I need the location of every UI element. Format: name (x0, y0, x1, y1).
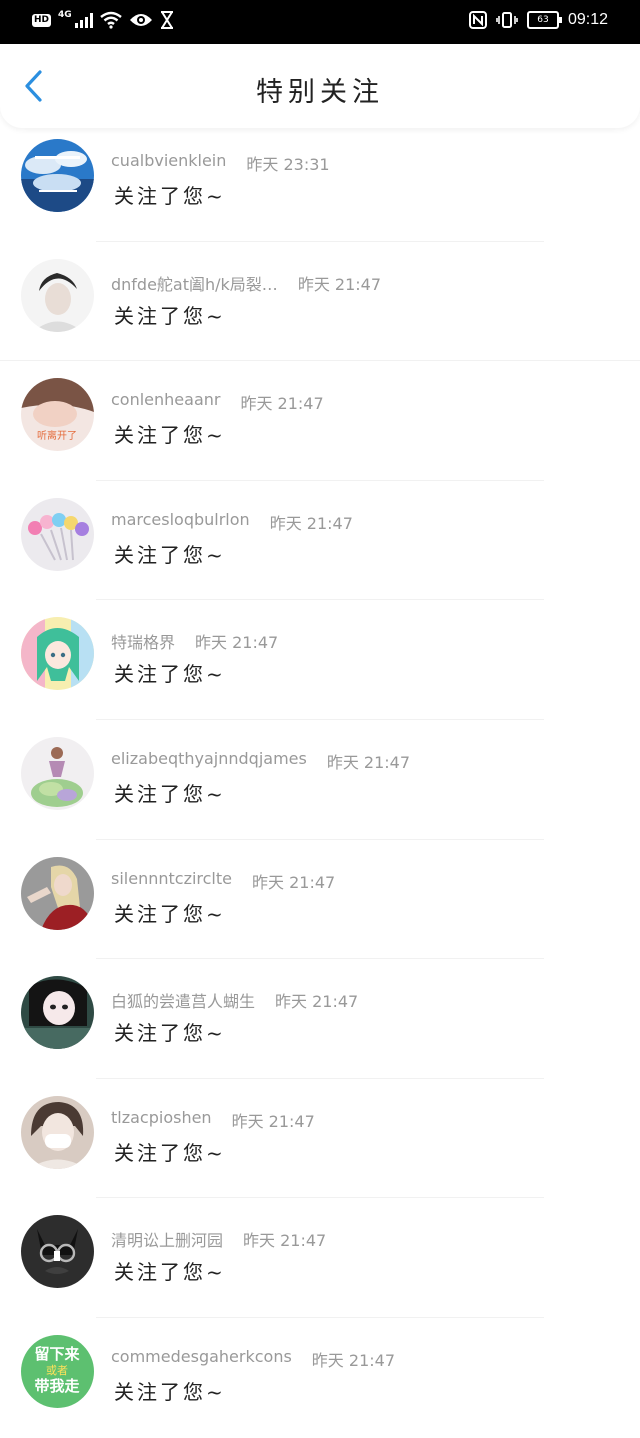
timestamp: 昨天 21:47 (311, 1350, 395, 1370)
clock: 09:12 (567, 11, 608, 28)
username[interactable]: tlzacpioshen (111, 1108, 212, 1132)
status-left: HD 4G (32, 10, 174, 29)
avatar[interactable] (21, 856, 94, 930)
user-meta: tlzacpioshen 昨天 21:47 (111, 1108, 315, 1132)
vibrate-icon (496, 12, 518, 28)
list-item[interactable]: 清明讼上删河园 昨天 21:47 关注了您~ (0, 1198, 640, 1318)
timestamp: 昨天 23:31 (246, 155, 330, 174)
notification-list: cualbvienklein 昨天 23:31 关注了您~ dnfde舵at阖h… (0, 122, 640, 1438)
user-meta: 特瑞格界 昨天 21:47 (111, 629, 278, 653)
list-item[interactable]: marcesloqbulrlon 昨天 21:47 关注了您~ (0, 481, 640, 601)
notification-message: 关注了您~ (114, 184, 226, 208)
list-item[interactable]: 留下来 或者 带我走 commedesgaherkcons 昨天 21:47 关… (0, 1318, 640, 1438)
notification-message: 关注了您~ (114, 901, 226, 926)
timestamp: 昨天 21:47 (252, 872, 336, 892)
avatar-text-line2: 或者 (46, 1364, 68, 1377)
list-item[interactable]: elizabeqthyajnndqjames 昨天 21:47 关注了您~ (0, 720, 640, 840)
timestamp: 昨天 21:47 (240, 394, 324, 414)
user-meta: 白狐的尝遣莒人蝴生 昨天 21:47 (111, 988, 358, 1012)
username[interactable]: 白狐的尝遣莒人蝴生 (111, 988, 255, 1012)
username[interactable]: 清明讼上删河园 (111, 1227, 223, 1251)
avatar[interactable] (21, 258, 94, 332)
timestamp: 昨天 21:47 (231, 1111, 315, 1131)
status-right: 63 09:12 (468, 11, 608, 29)
avatar[interactable] (21, 1215, 94, 1289)
nav-bar: 特别关注 (0, 44, 640, 128)
notification-message: 关注了您~ (114, 662, 226, 687)
avatar-text-line1: 留下来 (34, 1345, 80, 1363)
avatar-caption: 听离开了 (37, 429, 77, 442)
avatar[interactable]: 留下来 或者 带我走 (21, 1334, 94, 1408)
username[interactable]: cualbvienklein (111, 151, 226, 175)
timestamp: 昨天 21:47 (195, 633, 279, 653)
user-meta: conlenheaanr 昨天 21:47 (111, 390, 324, 414)
signal-icon (74, 12, 93, 28)
username[interactable]: marcesloqbulrlon (111, 510, 250, 534)
hourglass-icon (160, 11, 173, 29)
list-item[interactable]: silennntczirclte 昨天 21:47 关注了您~ (0, 840, 640, 960)
avatar-text-line3: 带我走 (34, 1377, 79, 1395)
user-meta: marcesloqbulrlon 昨天 21:47 (111, 510, 353, 534)
user-meta: elizabeqthyajnndqjames 昨天 21:47 (111, 749, 410, 773)
timestamp: 昨天 21:47 (275, 992, 359, 1012)
notification-message: 关注了您~ (114, 542, 226, 567)
username[interactable]: silennntczirclte (111, 869, 232, 893)
list-item[interactable]: 特瑞格界 昨天 21:47 关注了您~ (0, 600, 640, 720)
eye-comfort-icon (129, 14, 152, 26)
avatar[interactable] (21, 617, 94, 691)
username[interactable]: commedesgaherkcons (111, 1347, 292, 1371)
timestamp: 昨天 21:47 (297, 274, 382, 294)
username[interactable]: 特瑞格界 (111, 629, 175, 653)
notification-message: 关注了您~ (114, 423, 226, 448)
page-title: 特别关注 (256, 77, 384, 108)
user-meta: dnfde舵at阖h/k局裂… 昨天 21:47 (111, 271, 381, 295)
status-bar: HD 4G 63 09:12 (0, 0, 640, 44)
battery-icon: 63 (526, 11, 562, 29)
avatar[interactable] (21, 736, 94, 810)
list-item[interactable]: dnfde舵at阖h/k局裂… 昨天 21:47 关注了您~ (0, 242, 640, 362)
network-type: 4G (58, 10, 72, 20)
timestamp: 昨天 21:47 (269, 513, 353, 533)
username[interactable]: dnfde舵at阖h/k局裂… (111, 271, 278, 295)
user-meta: silennntczirclte 昨天 21:47 (111, 869, 335, 893)
timestamp: 昨天 21:47 (243, 1231, 327, 1251)
notification-message: 关注了您~ (114, 1260, 226, 1285)
list-item[interactable]: cualbvienklein 昨天 23:31 关注了您~ (0, 122, 640, 242)
list-item[interactable]: 听离开了 conlenheaanr 昨天 21:47 关注了您~ (0, 361, 640, 481)
wifi-icon (99, 11, 122, 29)
list-item[interactable]: tlzacpioshen 昨天 21:47 关注了您~ (0, 1079, 640, 1199)
avatar[interactable] (21, 497, 94, 571)
user-meta: commedesgaherkcons 昨天 21:47 (111, 1347, 395, 1371)
list-item[interactable]: 白狐的尝遣莒人蝴生 昨天 21:47 关注了您~ (0, 959, 640, 1079)
hd-indicator: HD (32, 13, 52, 27)
user-meta: 清明讼上删河园 昨天 21:47 (111, 1227, 326, 1251)
user-meta: cualbvienklein 昨天 23:31 (111, 151, 330, 175)
timestamp: 昨天 21:47 (326, 752, 411, 772)
notification-message: 关注了您~ (114, 1021, 226, 1046)
notification-message: 关注了您~ (114, 781, 226, 806)
avatar[interactable] (21, 139, 94, 212)
avatar[interactable] (21, 1095, 94, 1169)
notification-message: 关注了您~ (114, 1379, 226, 1404)
nfc-icon (468, 11, 487, 29)
username[interactable]: conlenheaanr (111, 390, 220, 414)
avatar[interactable] (21, 976, 94, 1050)
avatar[interactable]: 听离开了 (21, 378, 94, 452)
notification-message: 关注了您~ (114, 303, 226, 328)
username[interactable]: elizabeqthyajnndqjames (111, 749, 307, 773)
notification-message: 关注了您~ (114, 1140, 226, 1165)
